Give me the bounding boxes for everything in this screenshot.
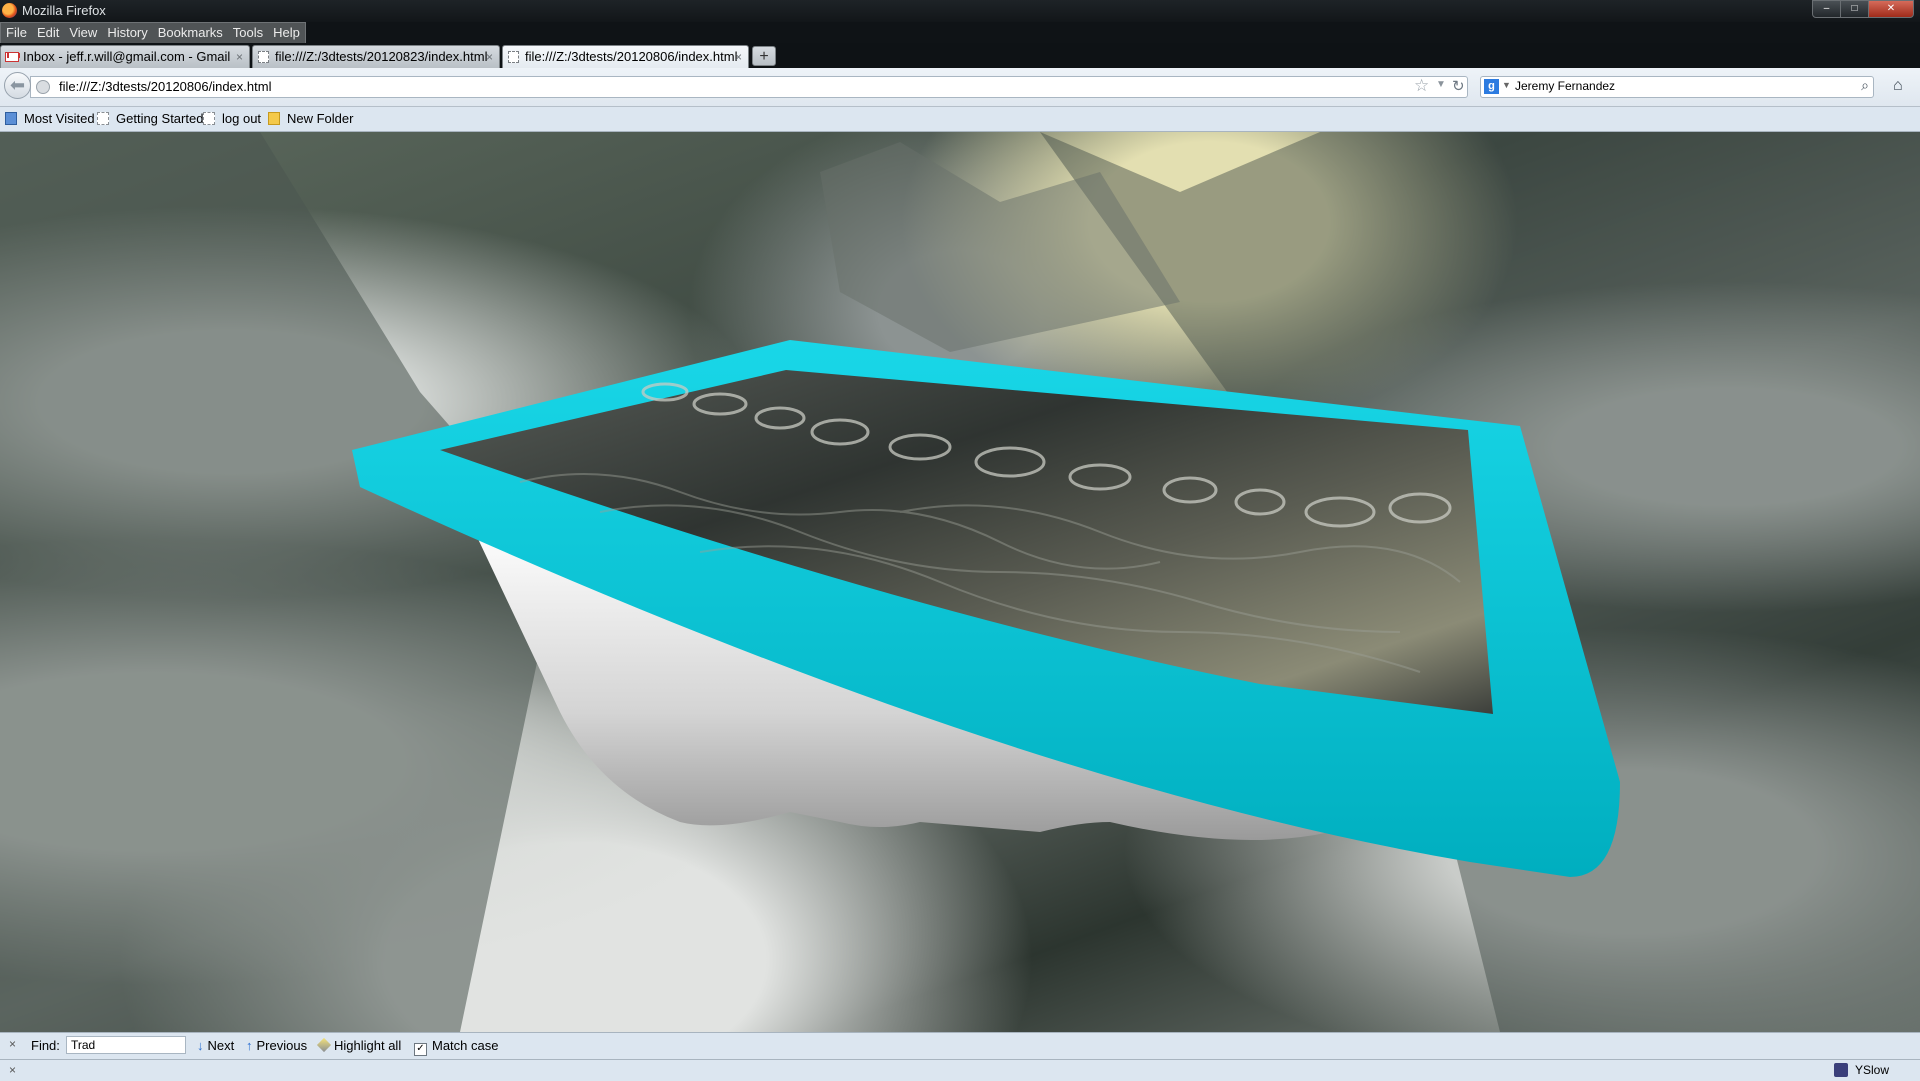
tab-close-icon[interactable]: × — [486, 46, 493, 68]
menu-view[interactable]: View — [64, 23, 102, 43]
reload-icon[interactable]: ↻ — [1452, 77, 1465, 95]
arrow-up-icon: ↑ — [246, 1038, 253, 1053]
back-button[interactable]: ⬅ — [4, 72, 31, 99]
gmail-icon — [5, 52, 19, 62]
find-close-button[interactable]: × — [9, 1037, 16, 1051]
match-case-checkbox[interactable]: ✓ Match case — [414, 1038, 498, 1056]
url-bar[interactable]: file:///Z:/3dtests/20120806/index.html ☆… — [30, 76, 1468, 98]
bookmarks-bar: Most Visited Getting Started log out New… — [0, 107, 1920, 132]
new-tab-button[interactable]: + — [752, 46, 776, 66]
find-next-label: Next — [207, 1038, 235, 1053]
yslow-icon[interactable] — [1834, 1063, 1848, 1077]
page-icon — [258, 51, 269, 63]
page-icon — [203, 112, 215, 125]
search-bar[interactable]: g ▼ Jeremy Fernandez ⌕ — [1480, 76, 1874, 98]
find-bar: × Find: ↓Next ↑Previous Highlight all ✓ M… — [0, 1032, 1920, 1059]
folder-icon — [268, 112, 280, 125]
bookmark-label: Most Visited — [24, 111, 95, 126]
tab-close-icon[interactable]: × — [236, 46, 243, 68]
tab-label: file:///Z:/3dtests/20120823/index.html — [275, 49, 488, 64]
menu-edit[interactable]: Edit — [32, 23, 64, 43]
3d-scene[interactable] — [0, 132, 1920, 1032]
page-icon — [97, 112, 109, 125]
menu-history[interactable]: History — [102, 23, 152, 43]
bookmark-label: New Folder — [287, 111, 354, 126]
find-previous-button[interactable]: ↑ Previous — [246, 1038, 307, 1053]
minimize-button[interactable]: – — [1812, 0, 1841, 18]
highlight-all-label: Highlight all — [334, 1038, 402, 1053]
webgl-viewport[interactable] — [0, 132, 1920, 1032]
menu-tools[interactable]: Tools — [228, 23, 268, 43]
home-icon[interactable]: ⌂ — [1893, 77, 1903, 95]
find-label: Find: — [31, 1038, 60, 1053]
firefox-logo-icon — [2, 3, 17, 18]
find-previous-label: Previous — [256, 1038, 308, 1053]
bookmark-label: log out — [222, 111, 262, 126]
site-identity-icon[interactable] — [36, 80, 50, 94]
most-visited-icon — [5, 112, 17, 125]
title-bar: Mozilla Firefox – □ ✕ — [0, 0, 1920, 22]
tab-close-icon[interactable]: × — [735, 46, 742, 68]
engine-dropdown-icon[interactable]: ▼ — [1502, 80, 1511, 90]
maximize-button[interactable]: □ — [1840, 0, 1869, 18]
find-input[interactable] — [66, 1036, 186, 1054]
url-text[interactable]: file:///Z:/3dtests/20120806/index.html — [59, 79, 271, 94]
history-dropdown-icon[interactable]: ▼ — [1436, 79, 1446, 90]
find-next-button[interactable]: ↓ Next — [197, 1038, 234, 1053]
mountain-shape — [0, 132, 560, 1032]
back-arrow-icon: ⬅ — [9, 75, 26, 95]
tab-20120806[interactable]: file:///Z:/3dtests/20120806/index.html × — [502, 45, 749, 69]
status-close-button[interactable]: × — [9, 1063, 16, 1077]
tab-20120823[interactable]: file:///Z:/3dtests/20120823/index.html × — [252, 45, 500, 68]
google-icon[interactable]: g — [1484, 79, 1499, 94]
window-title: Mozilla Firefox — [22, 3, 106, 18]
bookmark-star-icon[interactable]: ☆ — [1414, 76, 1429, 96]
highlighter-icon — [316, 1037, 332, 1053]
yslow-label[interactable]: YSlow — [1855, 1063, 1889, 1077]
menu-help[interactable]: Help — [268, 23, 305, 43]
navigation-bar: file:///Z:/3dtests/20120806/index.html ☆… — [0, 68, 1920, 107]
tab-label: file:///Z:/3dtests/20120806/index.html — [525, 49, 738, 64]
menu-bookmarks[interactable]: Bookmarks — [153, 23, 228, 43]
highlight-all-button[interactable]: Highlight all — [316, 1037, 402, 1053]
page-icon — [508, 51, 519, 63]
tab-label: Inbox - jeff.r.will@gmail.com - Gmail — [23, 49, 231, 64]
bookmark-label: Getting Started — [116, 111, 204, 126]
search-input[interactable]: Jeremy Fernandez — [1515, 79, 1615, 93]
status-bar: × YSlow — [0, 1059, 1920, 1081]
search-icon[interactable]: ⌕ — [1861, 77, 1869, 94]
menu-file[interactable]: File — [1, 23, 32, 43]
arrow-down-icon: ↓ — [197, 1038, 204, 1053]
menu-bar: File Edit View History Bookmarks Tools H… — [0, 22, 306, 44]
match-case-label: Match case — [432, 1038, 499, 1053]
close-window-button[interactable]: ✕ — [1868, 0, 1914, 18]
tab-gmail[interactable]: Inbox - jeff.r.will@gmail.com - Gmail × — [0, 45, 250, 68]
checkbox-icon[interactable]: ✓ — [414, 1043, 427, 1056]
tab-strip: Inbox - jeff.r.will@gmail.com - Gmail × … — [0, 43, 1920, 69]
